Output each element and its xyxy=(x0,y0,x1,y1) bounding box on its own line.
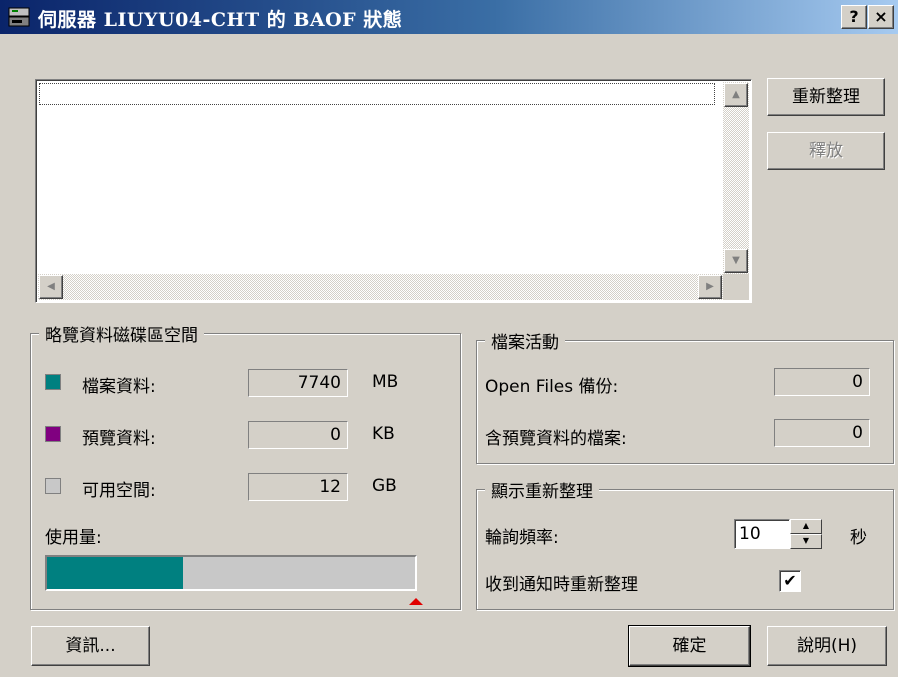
file-data-value: 7740 xyxy=(248,369,348,397)
free-space-unit: GB xyxy=(372,476,397,496)
help-button-label: 說明(H) xyxy=(796,636,858,656)
vertical-scrollbar[interactable]: ▲ ▼ xyxy=(723,82,749,274)
preview-data-swatch xyxy=(45,426,61,442)
free-space-swatch xyxy=(45,478,61,494)
title-bar: 伺服器 LIUYU04-CHT 的 BAOF 狀態 ? × xyxy=(0,0,898,34)
file-data-unit: MB xyxy=(372,372,399,392)
info-button[interactable]: 資訊... xyxy=(31,626,150,666)
refresh-button[interactable]: 重新整理 xyxy=(767,78,885,116)
list-focus-row[interactable] xyxy=(39,83,715,105)
free-space-label: 可用空間: xyxy=(82,481,156,501)
ok-button[interactable]: 確定 xyxy=(628,625,751,667)
preview-data-label: 預覽資料: xyxy=(82,429,156,449)
display-refresh-title: 顯示重新整理 xyxy=(485,477,599,502)
file-activity-title: 檔案活動 xyxy=(485,328,565,353)
file-data-label: 檔案資料: xyxy=(82,377,156,397)
release-button-label: 釋放 xyxy=(809,141,843,161)
preview-files-value: 0 xyxy=(774,419,870,447)
preview-data-unit: KB xyxy=(372,424,395,444)
usage-label: 使用量: xyxy=(45,528,102,548)
usage-marker-icon xyxy=(409,598,423,605)
release-button[interactable]: 釋放 xyxy=(767,132,885,170)
free-space-value: 12 xyxy=(248,473,348,501)
usage-bar-fill xyxy=(47,557,184,589)
scroll-up-icon[interactable]: ▲ xyxy=(724,83,748,107)
ok-button-label: 確定 xyxy=(672,636,707,656)
scroll-corner xyxy=(723,274,749,300)
scroll-down-icon[interactable]: ▼ xyxy=(724,249,748,273)
poll-unit: 秒 xyxy=(850,528,867,548)
file-data-swatch xyxy=(45,374,61,390)
disk-space-title: 略覽資料磁碟區空間 xyxy=(39,321,204,346)
spin-up-icon[interactable]: ▲ xyxy=(790,519,822,534)
help-button[interactable]: 說明(H) xyxy=(767,626,887,666)
poll-frequency-spinner[interactable]: ▲ ▼ xyxy=(790,519,822,549)
notify-refresh-label: 收到通知時重新整理 xyxy=(485,575,638,595)
notify-refresh-checkbox[interactable]: ✔ xyxy=(779,570,801,592)
poll-frequency-label: 輪詢頻率: xyxy=(485,528,559,548)
server-icon xyxy=(8,7,30,27)
help-caption-button[interactable]: ? xyxy=(841,5,867,29)
open-files-label: Open Files 備份: xyxy=(485,377,619,397)
horizontal-scrollbar[interactable]: ◀ ▶ xyxy=(38,274,723,300)
close-button[interactable]: × xyxy=(868,5,894,29)
scroll-right-icon[interactable]: ▶ xyxy=(698,275,722,299)
preview-data-value: 0 xyxy=(248,421,348,449)
open-files-value: 0 xyxy=(774,368,870,396)
preview-files-label: 含預覽資料的檔案: xyxy=(485,429,627,449)
status-list[interactable]: ▲ ▼ ◀ ▶ xyxy=(35,79,752,303)
window-title: 伺服器 LIUYU04-CHT 的 BAOF 狀態 xyxy=(38,9,403,31)
usage-bar xyxy=(45,555,417,591)
poll-frequency-input[interactable]: 10 xyxy=(734,519,790,549)
spin-down-icon[interactable]: ▼ xyxy=(790,534,822,549)
refresh-button-label: 重新整理 xyxy=(792,87,860,107)
info-button-label: 資訊... xyxy=(65,636,116,656)
scroll-left-icon[interactable]: ◀ xyxy=(39,275,63,299)
